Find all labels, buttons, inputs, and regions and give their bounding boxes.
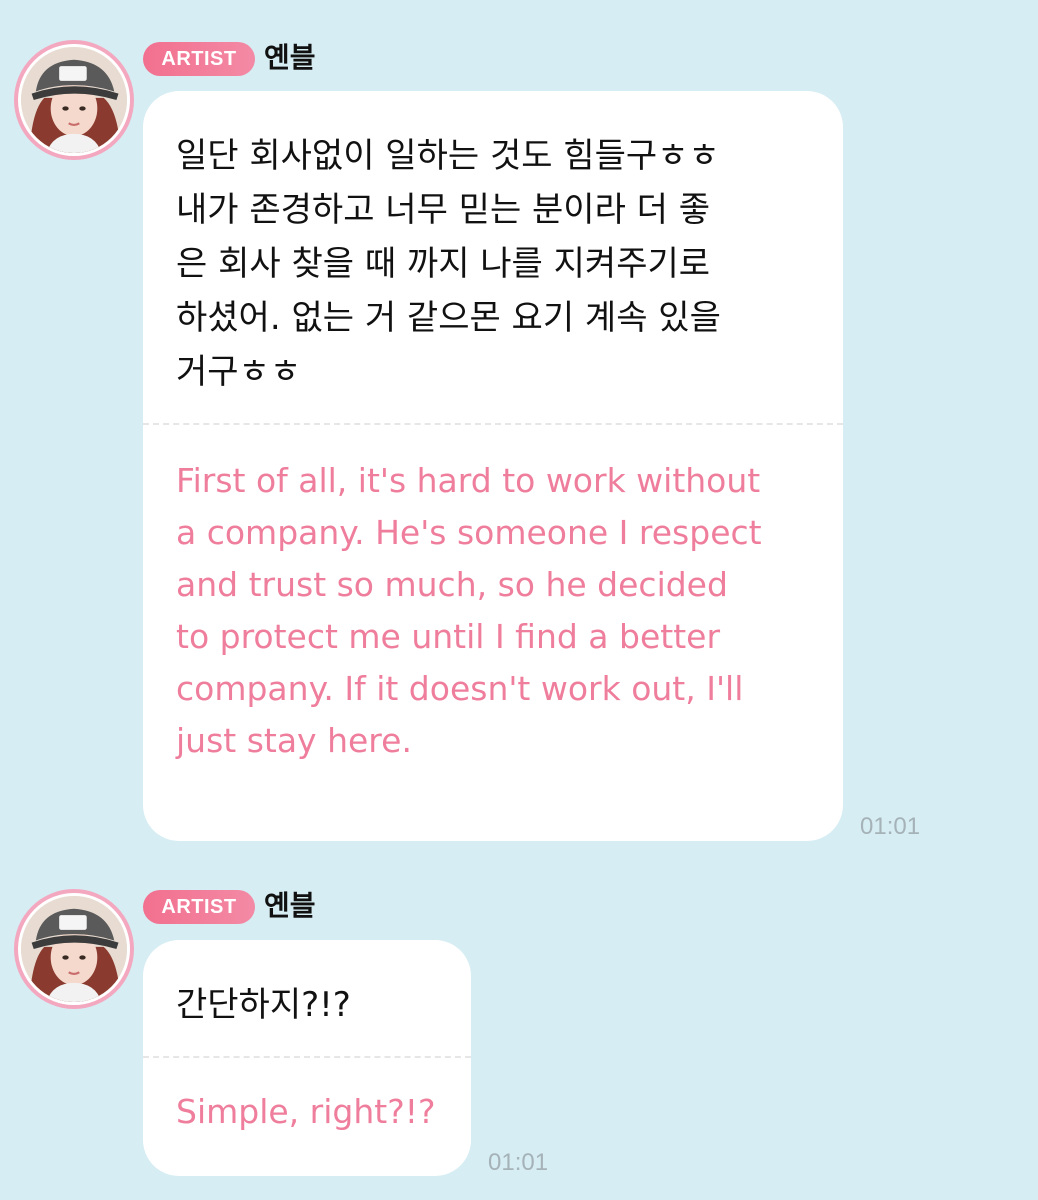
original-line: 거구ㅎㅎ (176, 352, 302, 392)
translation-line: Simple, right?!? (176, 1092, 436, 1131)
artist-badge: ARTIST (143, 42, 255, 76)
original-line: 간단하지?!? (176, 985, 351, 1025)
original-text: 일단 회사없이 일하는 것도 힘들구ㅎㅎ 내가 존경하고 너무 믿는 분이라 더… (143, 91, 843, 423)
message-bubble[interactable]: 간단하지?!? Simple, right?!? (143, 940, 471, 1176)
avatar[interactable] (14, 889, 134, 1009)
avatar-photo-icon (21, 47, 127, 153)
translated-text: Simple, right?!? (143, 1058, 471, 1138)
original-line: 하셨어. 없는 거 같으몬 요기 계속 있을 (176, 298, 721, 338)
message-bubble[interactable]: 일단 회사없이 일하는 것도 힘들구ㅎㅎ 내가 존경하고 너무 믿는 분이라 더… (143, 91, 843, 841)
artist-badge: ARTIST (143, 890, 255, 924)
translation-line: a company. He's someone I respect (176, 513, 762, 552)
avatar[interactable] (14, 40, 134, 160)
original-line: 내가 존경하고 너무 믿는 분이라 더 좋 (176, 190, 711, 230)
translation-line: First of all, it's hard to work without (176, 461, 761, 500)
original-line: 일단 회사없이 일하는 것도 힘들구ㅎㅎ (176, 136, 720, 176)
translation-line: company. If it doesn't work out, I'll (176, 669, 744, 708)
original-text: 간단하지?!? (143, 940, 471, 1056)
translation-line: to protect me until I find a better (176, 617, 721, 656)
sender-name[interactable]: 옌블 (264, 40, 316, 76)
translation-line: just stay here. (176, 721, 412, 760)
sender-name[interactable]: 옌블 (264, 888, 316, 924)
message-timestamp: 01:01 (860, 813, 921, 840)
original-line: 은 회사 찾을 때 까지 나를 지켜주기로 (176, 244, 711, 284)
translated-text: First of all, it's hard to work without … (143, 425, 843, 767)
avatar-photo-icon (21, 896, 127, 1002)
message-timestamp: 01:01 (488, 1149, 549, 1176)
translation-line: and trust so much, so he decided (176, 565, 728, 604)
